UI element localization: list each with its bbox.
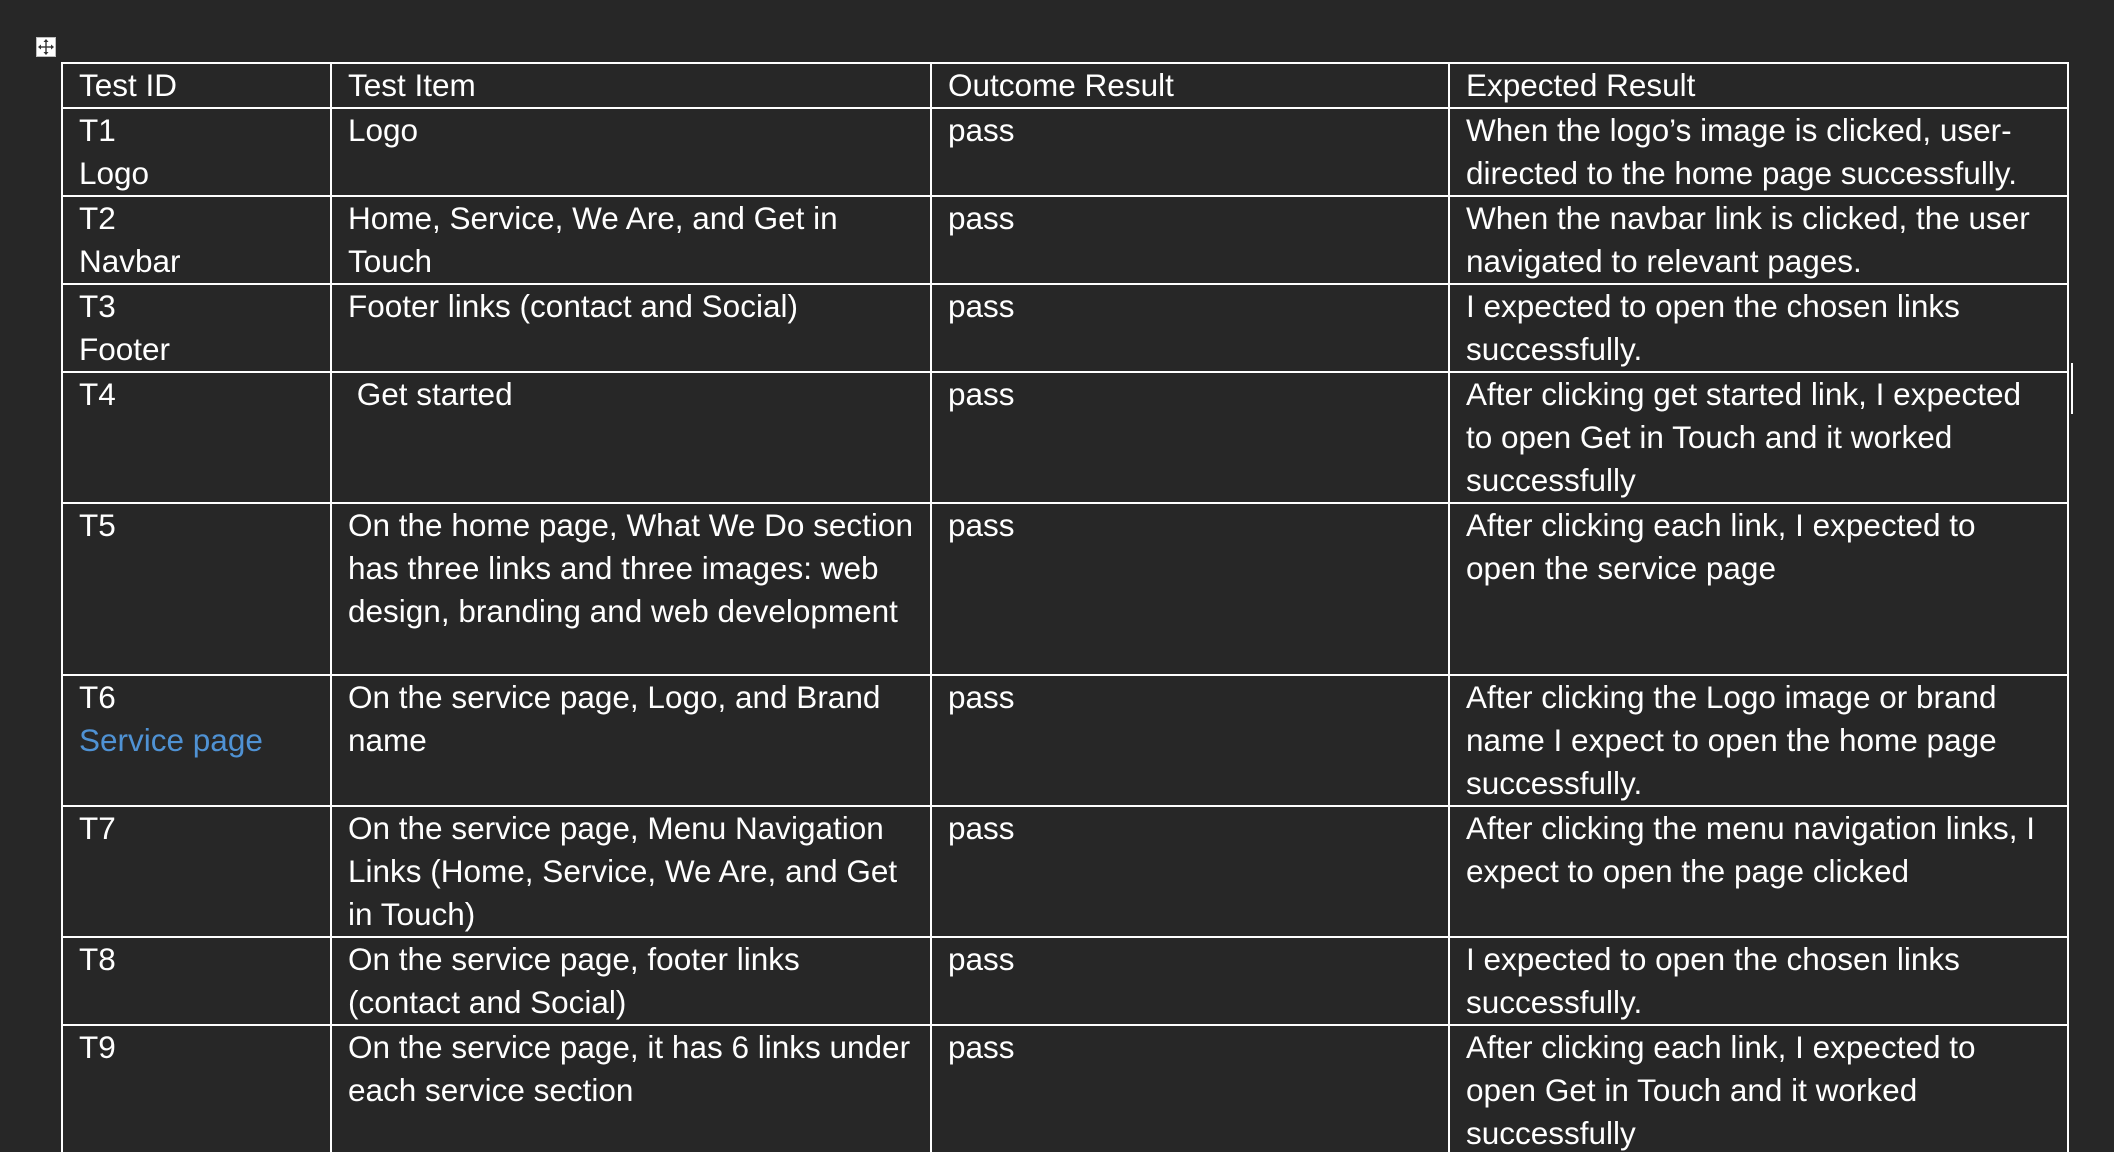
cell-test-item[interactable]: On the service page, it has 6 links unde…	[330, 1024, 932, 1152]
cell-outcome[interactable]: pass	[930, 502, 1450, 676]
test-id-subtitle: Logo	[79, 155, 150, 191]
cell-expected[interactable]: After clicking each link, I expected to …	[1448, 502, 2069, 676]
cell-outcome[interactable]: pass	[930, 1024, 1450, 1152]
test-id: T4	[79, 376, 116, 412]
cell-test-id[interactable]: T9	[61, 1024, 332, 1152]
table-row: T8 On the service page, footer links (co…	[61, 936, 2069, 1026]
table-row: T9 On the service page, it has 6 links u…	[61, 1024, 2069, 1152]
header-test-item[interactable]: Test Item	[330, 62, 932, 109]
cell-test-item[interactable]: On the home page, What We Do section has…	[330, 502, 932, 676]
table-row: T3 Footer Footer links (contact and Soci…	[61, 283, 2069, 373]
cell-outcome[interactable]: pass	[930, 195, 1450, 285]
cell-test-id[interactable]: T2 Navbar	[61, 195, 332, 285]
cell-test-id[interactable]: T4	[61, 371, 332, 504]
table-move-handle[interactable]	[36, 37, 56, 57]
table-row: T1 Logo Logo pass When the logo’s image …	[61, 107, 2069, 197]
cell-expected[interactable]: I expected to open the chosen links succ…	[1448, 936, 2069, 1026]
header-test-id[interactable]: Test ID	[61, 62, 332, 109]
cell-outcome[interactable]: pass	[930, 936, 1450, 1026]
cell-expected[interactable]: After clicking the Logo image or brand n…	[1448, 674, 2069, 807]
test-id: T2	[79, 200, 116, 236]
header-outcome-result[interactable]: Outcome Result	[930, 62, 1450, 109]
table-row: T2 Navbar Home, Service, We Are, and Get…	[61, 195, 2069, 285]
document-page: Test ID Test Item Outcome Result Expecte…	[0, 0, 2114, 1152]
cell-test-id[interactable]: T1 Logo	[61, 107, 332, 197]
test-id-subtitle: Navbar	[79, 243, 181, 279]
cell-test-item[interactable]: Get started	[330, 371, 932, 504]
table-row: T7 On the service page, Menu Navigation …	[61, 805, 2069, 938]
table-row: T5 On the home page, What We Do section …	[61, 502, 2069, 676]
cell-expected[interactable]: After clicking the menu navigation links…	[1448, 805, 2069, 938]
cell-expected[interactable]: After clicking each link, I expected to …	[1448, 1024, 2069, 1152]
cell-test-item[interactable]: On the service page, footer links (conta…	[330, 936, 932, 1026]
cell-test-id[interactable]: T7	[61, 805, 332, 938]
cell-test-item[interactable]: On the service page, Menu Navigation Lin…	[330, 805, 932, 938]
table-header-row: Test ID Test Item Outcome Result Expecte…	[61, 62, 2069, 109]
table-row: T6 Service page On the service page, Log…	[61, 674, 2069, 807]
test-id-subtitle-link[interactable]: Service page	[79, 719, 316, 762]
cell-test-item[interactable]: Logo	[330, 107, 932, 197]
cell-outcome[interactable]: pass	[930, 674, 1450, 807]
cell-outcome[interactable]: pass	[930, 283, 1450, 373]
test-results-table: Test ID Test Item Outcome Result Expecte…	[61, 62, 2069, 1152]
cell-outcome[interactable]: pass	[930, 107, 1450, 197]
cell-test-id[interactable]: T5	[61, 502, 332, 676]
test-id: T7	[79, 810, 116, 846]
test-id: T3	[79, 288, 116, 324]
cell-test-item[interactable]: On the service page, Logo, and Brand nam…	[330, 674, 932, 807]
cell-test-item[interactable]: Footer links (contact and Social)	[330, 283, 932, 373]
test-id: T1	[79, 112, 116, 148]
header-expected-result[interactable]: Expected Result	[1448, 62, 2069, 109]
test-id-subtitle: Footer	[79, 331, 171, 367]
test-id: T6	[79, 679, 116, 715]
cell-expected[interactable]: After clicking get started link, I expec…	[1448, 371, 2069, 504]
text-cursor	[2071, 363, 2073, 414]
cell-expected[interactable]: When the navbar link is clicked, the use…	[1448, 195, 2069, 285]
cell-expected[interactable]: I expected to open the chosen links succ…	[1448, 283, 2069, 373]
test-id: T5	[79, 507, 116, 543]
cell-test-item[interactable]: Home, Service, We Are, and Get in Touch	[330, 195, 932, 285]
cell-test-id[interactable]: T6 Service page	[61, 674, 332, 807]
test-id: T8	[79, 941, 116, 977]
cell-outcome[interactable]: pass	[930, 805, 1450, 938]
cell-test-id[interactable]: T3 Footer	[61, 283, 332, 373]
cell-expected[interactable]: When the logo’s image is clicked, user-d…	[1448, 107, 2069, 197]
move-arrows-icon	[37, 38, 55, 56]
table-row: T4 Get started pass After clicking get s…	[61, 371, 2069, 504]
cell-outcome[interactable]: pass	[930, 371, 1450, 504]
test-id: T9	[79, 1029, 116, 1065]
cell-test-id[interactable]: T8	[61, 936, 332, 1026]
